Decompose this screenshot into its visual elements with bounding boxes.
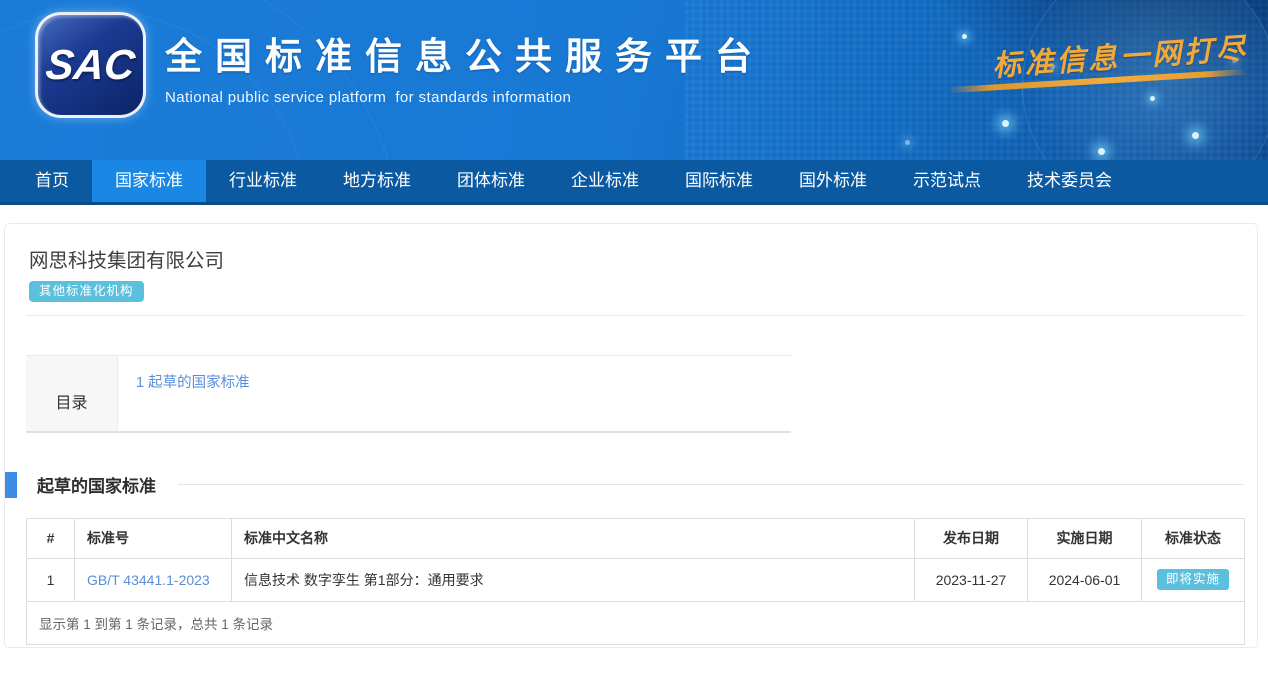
nav-item-home[interactable]: 首页 [12,160,92,202]
col-header-publish-date: 发布日期 [915,518,1028,558]
glow-dot [1192,132,1199,139]
table-summary-row: 显示第 1 到第 1 条记录，总共 1 条记录 [27,601,1245,644]
col-header-chinese-name: 标准中文名称 [232,518,915,558]
content-card: 网思科技集团有限公司 其他标准化机构 目录 1 起草的国家标准 起草的国家标准 … [4,223,1258,648]
site-title-block: 全国标准信息公共服务平台 National public service pla… [165,26,765,106]
table-summary: 显示第 1 到第 1 条记录，总共 1 条记录 [27,601,1245,644]
toc-body: 1 起草的国家标准 [118,356,791,431]
col-header-standard-number: 标准号 [75,518,232,558]
cell-implement-date: 2024-06-01 [1028,558,1142,601]
glow-dot [905,140,910,145]
glow-dot [1002,120,1009,127]
org-type-badge: 其他标准化机构 [29,281,144,302]
nav-item-local-standards[interactable]: 地方标准 [320,160,434,202]
col-header-implement-date: 实施日期 [1028,518,1142,558]
standards-table: # 标准号 标准中文名称 发布日期 实施日期 标准状态 1 GB/T 43441… [26,518,1245,645]
site-header: SAC 全国标准信息公共服务平台 National public service… [0,0,1268,160]
slogan: 标准信息一网打尽 [940,22,1260,102]
section-rule [178,484,1244,485]
section-header: 起草的国家标准 [5,472,1244,498]
nav-item-international-standards[interactable]: 国际标准 [662,160,776,202]
toc-box: 目录 1 起草的国家标准 [26,355,791,433]
standard-number-link[interactable]: GB/T 43441.1-2023 [87,572,210,588]
toc-label: 目录 [26,356,118,431]
cell-standard-number: GB/T 43441.1-2023 [75,558,232,601]
main-nav: 首页 国家标准 行业标准 地方标准 团体标准 企业标准 国际标准 国外标准 示范… [0,160,1268,205]
sac-logo[interactable]: SAC [35,12,146,118]
cell-status: 即将实施 [1142,558,1245,601]
nav-item-group-standards[interactable]: 团体标准 [434,160,548,202]
cell-publish-date: 2023-11-27 [915,558,1028,601]
site-title: 全国标准信息公共服务平台 [165,26,765,80]
org-name: 网思科技集团有限公司 [29,244,1257,273]
section-marker [5,472,17,498]
glow-dot [1098,148,1105,155]
col-header-index: # [27,518,75,558]
toc-item-label: 起草的国家标准 [148,375,250,391]
nav-item-enterprise-standards[interactable]: 企业标准 [548,160,662,202]
table-row: 1 GB/T 43441.1-2023 信息技术 数字孪生 第1部分：通用要求 … [27,558,1245,601]
col-header-status: 标准状态 [1142,518,1245,558]
site-subtitle: National public service platform for sta… [165,89,765,106]
cell-standard-name: 信息技术 数字孪生 第1部分：通用要求 [232,558,915,601]
toc-item-index: 1 [136,375,144,391]
nav-item-national-standards[interactable]: 国家标准 [92,160,206,202]
section-title: 起草的国家标准 [37,472,156,497]
cell-index: 1 [27,558,75,601]
table-header-row: # 标准号 标准中文名称 发布日期 实施日期 标准状态 [27,518,1245,558]
nav-item-pilot-demonstration[interactable]: 示范试点 [890,160,1004,202]
nav-item-technical-committees[interactable]: 技术委员会 [1004,160,1135,202]
sac-logo-text: SAC [44,41,138,89]
page: SAC 全国标准信息公共服务平台 National public service… [0,0,1268,675]
nav-item-industry-standards[interactable]: 行业标准 [206,160,320,202]
status-badge: 即将实施 [1157,569,1229,590]
divider [26,315,1244,316]
toc-link-drafted-national-standards[interactable]: 1 起草的国家标准 [136,375,250,391]
nav-item-foreign-standards[interactable]: 国外标准 [776,160,890,202]
